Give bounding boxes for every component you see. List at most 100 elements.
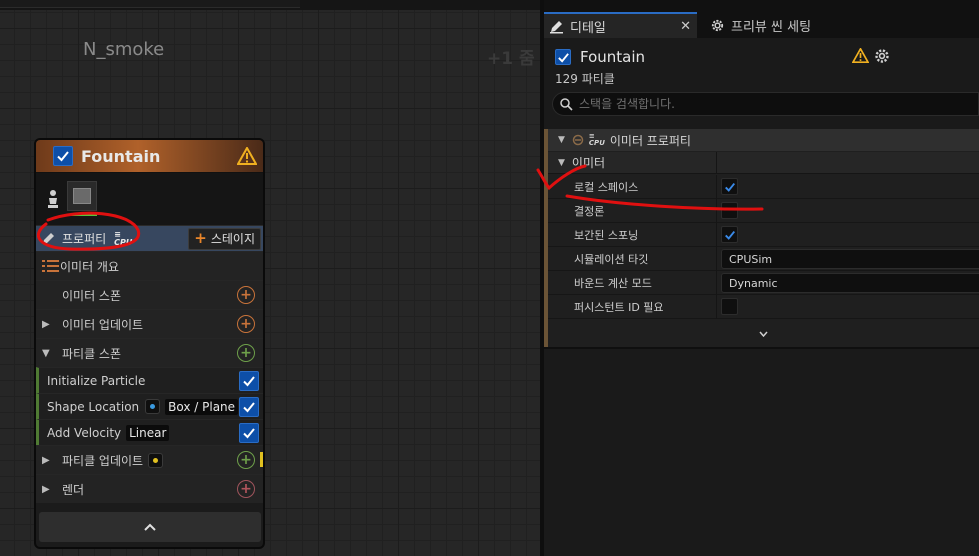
gear-icon bbox=[710, 18, 725, 33]
list-icon bbox=[42, 260, 59, 272]
link-icon bbox=[572, 134, 584, 146]
tab-preview-label: 프리뷰 씬 세팅 bbox=[731, 19, 812, 35]
graph-title: N_smoke bbox=[83, 39, 165, 60]
properties-row[interactable]: 프로퍼티 ≡ CPU + 스테이지 bbox=[36, 225, 263, 251]
add-particle-update-button[interactable]: + bbox=[237, 451, 255, 469]
collapse-arrow-icon[interactable]: ▼ bbox=[42, 348, 56, 359]
emitter-update-row[interactable]: ▶ 이미터 업데이트 + bbox=[36, 309, 263, 338]
property-interpolated-spawning: 보간된 스포닝 bbox=[548, 223, 979, 247]
module-shape-location[interactable]: Shape Location Box / Plane bbox=[36, 393, 263, 419]
render-label: 렌더 bbox=[62, 482, 85, 497]
category-emitter-properties[interactable]: ▼ ≡ CPU 이미터 프로퍼티 bbox=[548, 129, 979, 151]
particle-count: 129 파티클 bbox=[555, 72, 615, 86]
gear-icon[interactable] bbox=[874, 48, 890, 64]
module-side-indicator bbox=[263, 400, 265, 415]
emitter-spawn-row[interactable]: 이미터 스폰 + bbox=[36, 280, 263, 309]
collapse-arrow-icon[interactable]: ▼ bbox=[558, 135, 565, 145]
module-initialize-particle[interactable]: Initialize Particle bbox=[36, 367, 263, 393]
warning-icon[interactable] bbox=[852, 48, 869, 63]
property-label: 퍼시스턴트 ID 필요 bbox=[574, 300, 664, 314]
tab-details[interactable]: 디테일 ✕ bbox=[544, 12, 697, 38]
velocity-pill: Linear bbox=[126, 424, 170, 441]
collapse-node-button[interactable] bbox=[39, 512, 261, 542]
stack-search-box[interactable] bbox=[552, 92, 979, 116]
property-label: 결정론 bbox=[574, 204, 605, 218]
local-space-checkbox[interactable] bbox=[721, 178, 738, 195]
module-enable-checkbox[interactable] bbox=[239, 422, 259, 443]
add-emitter-spawn-button[interactable]: + bbox=[237, 286, 255, 304]
add-particle-spawn-button[interactable]: + bbox=[237, 344, 255, 362]
thumbnail-underline bbox=[67, 214, 97, 216]
cpu-badge: ≡ CPU bbox=[588, 132, 605, 147]
module-label: Initialize Particle bbox=[47, 373, 146, 388]
dot-icon bbox=[148, 452, 164, 468]
search-icon bbox=[560, 97, 573, 111]
show-advanced-button[interactable] bbox=[548, 323, 979, 345]
cpu-badge: ≡ CPU bbox=[114, 229, 133, 247]
determinism-checkbox[interactable] bbox=[721, 202, 738, 219]
add-stage-button[interactable]: + 스테이지 bbox=[188, 227, 261, 250]
emitter-summary-row[interactable]: 이미터 개요 bbox=[36, 251, 263, 280]
subcategory-emitter[interactable]: ▼ 이미터 bbox=[548, 152, 979, 174]
particle-spawn-label: 파티클 스폰 bbox=[62, 346, 122, 361]
property-persistent-id: 퍼시스턴트 ID 필요 bbox=[548, 295, 979, 319]
particle-update-label: 파티클 업데이트 bbox=[62, 453, 144, 468]
particle-update-row[interactable]: ▶ 파티클 업데이트 + bbox=[36, 445, 263, 474]
object-enable-checkbox[interactable] bbox=[555, 49, 571, 65]
node-title: Fountain bbox=[81, 146, 161, 166]
bounds-mode-dropdown[interactable]: Dynamic bbox=[721, 273, 979, 293]
property-local-space: 로컬 스페이스 bbox=[548, 175, 979, 199]
module-add-velocity[interactable]: Add Velocity Linear bbox=[36, 419, 263, 445]
persistent-id-checkbox[interactable] bbox=[721, 298, 738, 315]
property-bounds-mode: 바운드 계산 모드 Dynamic bbox=[548, 271, 979, 295]
collapse-arrow-icon[interactable]: ▼ bbox=[558, 158, 565, 168]
tab-bar: 디테일 ✕ 프리뷰 씬 세팅 bbox=[544, 0, 979, 38]
emitter-summary-label: 이미터 개요 bbox=[60, 259, 120, 274]
add-renderer-button[interactable]: + bbox=[237, 480, 255, 498]
pencil-icon bbox=[549, 19, 564, 34]
graph-canvas[interactable]: N_smoke +1 줌 Fountain 프로퍼티 ≡ CPU + 스테이지 이미… bbox=[0, 0, 540, 556]
expand-arrow-icon[interactable]: ▶ bbox=[42, 319, 56, 330]
chevron-down-icon bbox=[759, 331, 768, 337]
property-label: 로컬 스페이스 bbox=[574, 180, 639, 194]
property-label: 바운드 계산 모드 bbox=[574, 276, 652, 290]
property-determinism: 결정론 bbox=[548, 199, 979, 223]
module-label: Shape Location bbox=[47, 399, 140, 414]
emitter-spawn-label: 이미터 스폰 bbox=[62, 288, 122, 303]
property-label: 시뮬레이션 타깃 bbox=[574, 252, 649, 266]
person-icon[interactable] bbox=[47, 189, 59, 209]
node-header[interactable]: Fountain bbox=[36, 140, 263, 173]
interpolated-spawning-checkbox[interactable] bbox=[721, 226, 738, 243]
sim-target-dropdown[interactable]: CPUSim bbox=[721, 249, 979, 269]
property-panel: ▼ ≡ CPU 이미터 프로퍼티 ▼ 이미터 로컬 스페이스 결정론 보간된 스포… bbox=[544, 129, 979, 347]
emitter-enable-checkbox[interactable] bbox=[53, 146, 73, 166]
close-icon[interactable]: ✕ bbox=[680, 19, 691, 34]
stage-button-label: 스테이지 bbox=[210, 232, 255, 246]
properties-label: 프로퍼티 bbox=[62, 232, 107, 246]
add-emitter-update-button[interactable]: + bbox=[237, 315, 255, 333]
search-input[interactable] bbox=[579, 97, 959, 111]
module-enable-checkbox[interactable] bbox=[239, 370, 259, 391]
subcategory-label: 이미터 bbox=[571, 156, 606, 170]
category-label: 이미터 프로퍼티 bbox=[609, 133, 691, 148]
expand-arrow-icon[interactable]: ▶ bbox=[42, 484, 56, 495]
object-header: Fountain 129 파티클 bbox=[554, 46, 974, 86]
module-enable-checkbox[interactable] bbox=[239, 396, 259, 417]
object-name: Fountain bbox=[580, 48, 646, 66]
pencil-icon bbox=[43, 232, 54, 244]
dot-icon bbox=[145, 399, 161, 414]
expand-arrow-icon[interactable]: ▶ bbox=[42, 455, 56, 466]
render-row[interactable]: ▶ 렌더 + bbox=[36, 474, 263, 503]
tab-preview-settings[interactable]: 프리뷰 씬 세팅 bbox=[710, 12, 811, 38]
emitter-thumbnail[interactable] bbox=[67, 181, 97, 211]
property-sim-target: 시뮬레이션 타깃 CPUSim bbox=[548, 247, 979, 271]
details-panel: 디테일 ✕ 프리뷰 씬 세팅 Fountain 129 파티클 ▼ ≡CPU 이… bbox=[544, 0, 979, 556]
zoom-label: +1 줌 bbox=[487, 49, 535, 69]
emitter-node[interactable]: Fountain 프로퍼티 ≡ CPU + 스테이지 이미터 개요 이미터 스폰 +… bbox=[34, 138, 265, 549]
shape-pill: Box / Plane bbox=[165, 398, 239, 415]
emitter-update-label: 이미터 업데이트 bbox=[62, 317, 144, 332]
node-thumbnails bbox=[36, 173, 263, 225]
plus-icon: + bbox=[194, 229, 207, 247]
warning-icon[interactable] bbox=[237, 147, 257, 165]
particle-spawn-row[interactable]: ▼ 파티클 스폰 + bbox=[36, 338, 263, 367]
